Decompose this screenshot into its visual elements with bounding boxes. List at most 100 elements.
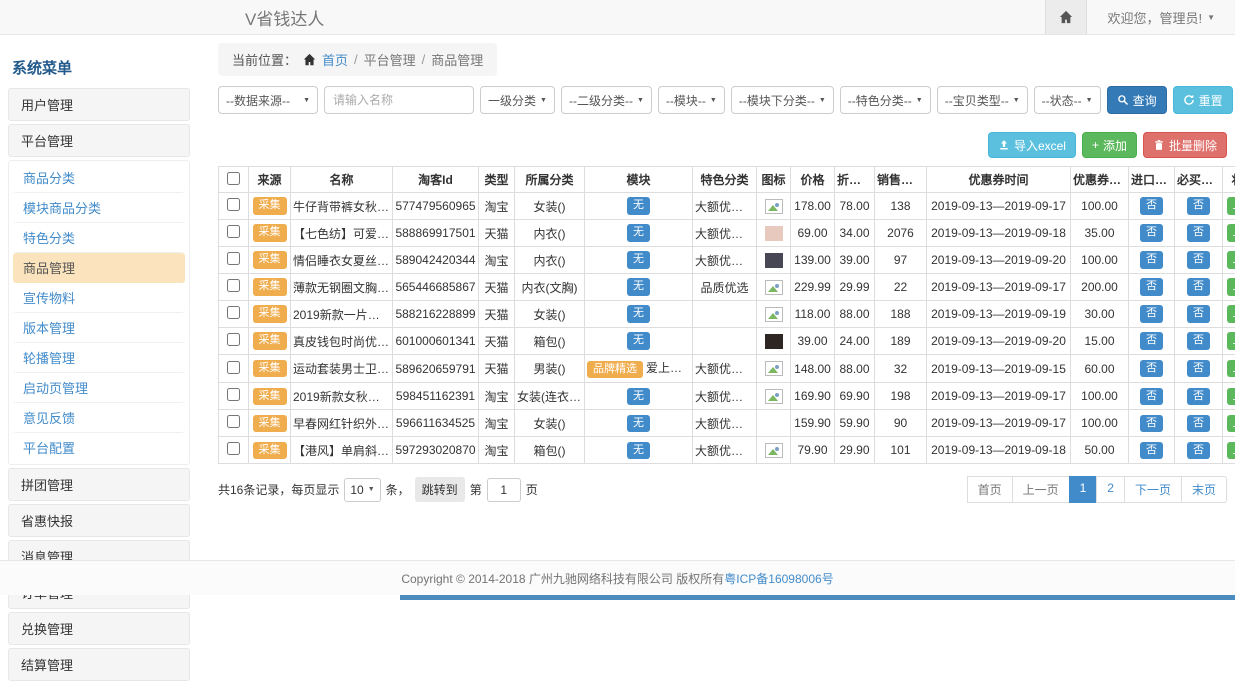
sidebar-group[interactable]: 省惠快报 <box>8 504 190 537</box>
import-select-badge[interactable]: 否 <box>1140 415 1163 432</box>
must-buy-badge[interactable]: 否 <box>1187 224 1210 241</box>
breadcrumb-home-link[interactable]: 首页 <box>322 50 348 69</box>
page-button[interactable]: 2 <box>1096 476 1125 503</box>
sidebar-group[interactable]: 平台管理 <box>8 124 190 157</box>
icon-cell <box>757 328 791 355</box>
sidebar-item[interactable]: 商品管理 <box>13 253 185 283</box>
chevron-down-icon: ▼ <box>368 486 375 493</box>
status-badge[interactable]: 上架 <box>1227 197 1235 214</box>
status-badge[interactable]: 上架 <box>1227 415 1235 432</box>
must-buy-badge[interactable]: 否 <box>1187 305 1210 322</box>
import-select-badge[interactable]: 否 <box>1140 197 1163 214</box>
page-button[interactable]: 首页 <box>967 476 1013 503</box>
status-badge[interactable]: 上架 <box>1227 360 1235 377</box>
row-checkbox[interactable] <box>227 279 240 292</box>
page-button[interactable]: 1 <box>1069 476 1098 503</box>
row-checkbox[interactable] <box>227 252 240 265</box>
column-header: 名称 <box>291 167 393 193</box>
jump-page-input[interactable] <box>487 478 521 502</box>
home-nav-button[interactable] <box>1045 0 1087 34</box>
status-badge[interactable]: 上架 <box>1227 442 1235 459</box>
import-select-badge[interactable]: 否 <box>1140 388 1163 405</box>
source-cell: 采集 <box>249 193 291 220</box>
row-checkbox[interactable] <box>227 442 240 455</box>
sidebar-item[interactable]: 特色分类 <box>13 223 185 253</box>
import-select-badge[interactable]: 否 <box>1140 278 1163 295</box>
row-checkbox[interactable] <box>227 306 240 319</box>
filter-select[interactable]: --状态-- ▼ <box>1034 86 1101 114</box>
pagination-summary: 共16条记录，每页显示 10 ▼ 条， 跳转到 第 页 <box>218 477 538 502</box>
sidebar-group[interactable]: 兑换管理 <box>8 612 190 645</box>
page-button[interactable]: 上一页 <box>1012 476 1070 503</box>
sidebar-item[interactable]: 意见反馈 <box>13 403 185 433</box>
sidebar-group[interactable]: 拼团管理 <box>8 468 190 501</box>
sidebar-item[interactable]: 模块商品分类 <box>13 193 185 223</box>
filter-select[interactable]: --二级分类-- ▼ <box>561 86 652 114</box>
must-buy-badge[interactable]: 否 <box>1187 415 1210 432</box>
sidebar-item[interactable]: 启动页管理 <box>13 373 185 403</box>
must-buy-badge[interactable]: 否 <box>1187 278 1210 295</box>
sidebar-item[interactable]: 宣传物料 <box>13 283 185 313</box>
row-checkbox[interactable] <box>227 361 240 374</box>
status-badge[interactable]: 上架 <box>1227 332 1235 349</box>
filter-select[interactable]: --宝贝类型-- ▼ <box>937 86 1028 114</box>
select-value: --状态-- <box>1042 92 1082 109</box>
select-value: --二级分类-- <box>569 92 633 109</box>
row-checkbox[interactable] <box>227 333 240 346</box>
search-button[interactable]: 查询 <box>1107 86 1167 114</box>
sidebar-group[interactable]: 用户管理 <box>8 88 190 121</box>
type-cell: 淘宝 <box>479 383 515 410</box>
per-page-select[interactable]: 10 ▼ <box>344 478 380 502</box>
must-buy-badge[interactable]: 否 <box>1187 360 1210 377</box>
status-badge[interactable]: 上架 <box>1227 251 1235 268</box>
category-cell: 内衣(文胸) <box>515 274 585 301</box>
batch-delete-button[interactable]: 批量删除 <box>1143 132 1227 158</box>
must-buy-cell: 否 <box>1175 355 1223 383</box>
status-badge[interactable]: 上架 <box>1227 388 1235 405</box>
price-cell: 169.90 <box>791 383 835 410</box>
filter-select[interactable]: --模块下分类-- ▼ <box>731 86 834 114</box>
import-select-badge[interactable]: 否 <box>1140 224 1163 241</box>
row-checkbox[interactable] <box>227 198 240 211</box>
sidebar-item[interactable]: 商品分类 <box>13 163 185 193</box>
search-icon <box>1117 94 1129 106</box>
name-search-input[interactable] <box>324 86 474 114</box>
sidebar-item[interactable]: 版本管理 <box>13 313 185 343</box>
must-buy-badge[interactable]: 否 <box>1187 442 1210 459</box>
filter-select[interactable]: --特色分类-- ▼ <box>840 86 931 114</box>
add-button[interactable]: + 添加 <box>1082 132 1137 158</box>
must-buy-badge[interactable]: 否 <box>1187 332 1210 349</box>
import-select-badge[interactable]: 否 <box>1140 251 1163 268</box>
must-buy-badge[interactable]: 否 <box>1187 388 1210 405</box>
status-badge[interactable]: 上架 <box>1227 224 1235 241</box>
feature-cell: 大额优惠券 <box>693 247 757 274</box>
coupon-amount-cell: 30.00 <box>1071 301 1129 328</box>
sidebar-item[interactable]: 平台配置 <box>13 433 185 462</box>
status-badge[interactable]: 上架 <box>1227 278 1235 295</box>
reset-button[interactable]: 重置 <box>1173 86 1233 114</box>
icp-link[interactable]: 粤ICP备16098006号 <box>724 572 833 586</box>
import-select-badge[interactable]: 否 <box>1140 442 1163 459</box>
data-source-select[interactable]: --数据来源-- ▼ <box>218 86 318 114</box>
import-select-badge[interactable]: 否 <box>1140 305 1163 322</box>
user-menu[interactable]: 欢迎您，管理员! ▼ <box>1087 8 1235 27</box>
import-select-cell: 否 <box>1129 193 1175 220</box>
import-select-badge[interactable]: 否 <box>1140 332 1163 349</box>
filter-select[interactable]: 一级分类 ▼ <box>480 86 555 114</box>
must-buy-badge[interactable]: 否 <box>1187 251 1210 268</box>
page-button[interactable]: 末页 <box>1181 476 1227 503</box>
page-button[interactable]: 下一页 <box>1124 476 1182 503</box>
sidebar-group[interactable]: 结算管理 <box>8 648 190 681</box>
filter-select[interactable]: --模块-- ▼ <box>658 86 725 114</box>
row-checkbox[interactable] <box>227 388 240 401</box>
import-select-badge[interactable]: 否 <box>1140 360 1163 377</box>
must-buy-badge[interactable]: 否 <box>1187 197 1210 214</box>
row-checkbox[interactable] <box>227 415 240 428</box>
jump-button[interactable]: 跳转到 <box>415 477 465 502</box>
status-badge[interactable]: 上架 <box>1227 305 1235 322</box>
sidebar-item[interactable]: 轮播管理 <box>13 343 185 373</box>
row-checkbox[interactable] <box>227 225 240 238</box>
name-cell: 牛仔背带裤女秋装减龄... <box>291 193 393 220</box>
import-excel-button[interactable]: 导入excel <box>988 132 1076 158</box>
select-all-checkbox[interactable] <box>227 172 240 185</box>
